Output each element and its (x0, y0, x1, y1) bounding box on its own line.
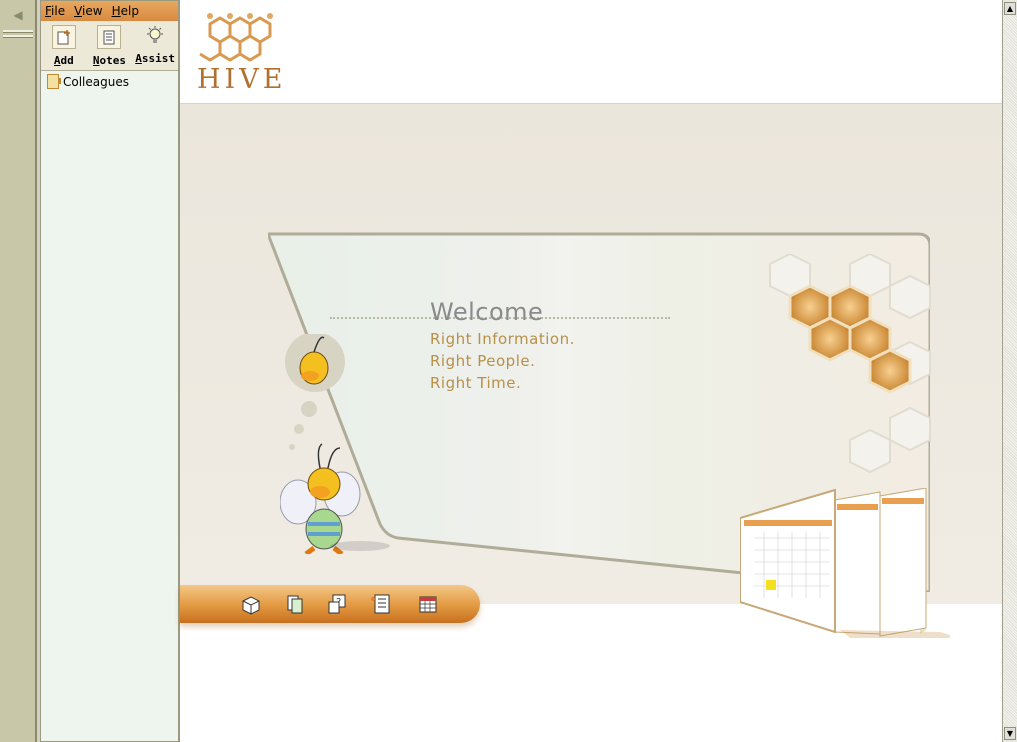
add-label: Add (53, 54, 74, 67)
calendar-icon[interactable] (417, 593, 439, 615)
header: HIVE (180, 0, 1003, 104)
tagline-time: Right Time. (430, 374, 522, 392)
documents-icon[interactable] (284, 593, 306, 615)
collapse-button[interactable]: ◀ (2, 4, 34, 26)
folder-icon (47, 74, 61, 89)
back-arrow-icon: ◀ (13, 8, 23, 22)
bee-mascot-icon (280, 334, 390, 554)
notes-icon (97, 25, 122, 49)
menu-help[interactable]: Help (112, 4, 139, 18)
welcome-title: Welcome (430, 298, 544, 326)
colleagues-tree: Colleagues (41, 71, 178, 92)
menu-view[interactable]: View (74, 4, 102, 18)
hive-logo-icon (199, 13, 273, 62)
toolbar: Add Notes Assist (41, 21, 178, 71)
menu-file[interactable]: File (45, 4, 65, 18)
splitter-grip[interactable] (3, 30, 33, 33)
vertical-scrollbar[interactable]: ▲ ▼ (1002, 0, 1017, 742)
notes-label: Notes (92, 54, 127, 67)
splitter-grip[interactable] (3, 35, 33, 38)
app-screenshots-graphic (740, 488, 950, 638)
notes-button[interactable]: Notes (88, 25, 130, 67)
tree-item-colleagues[interactable]: Colleagues (47, 74, 172, 89)
scroll-up-icon[interactable]: ▲ (1004, 2, 1016, 15)
assist-label: Assist (135, 52, 176, 65)
scroll-track[interactable] (1003, 15, 1017, 727)
honeycomb-graphic (769, 254, 931, 474)
questions-icon[interactable]: ? (327, 593, 349, 615)
scroll-down-icon[interactable]: ▼ (1004, 727, 1016, 740)
tagline-people: Right People. (430, 352, 536, 370)
sidebar: File View Help Add Notes Assist Colleagu… (40, 0, 179, 742)
menu-bar: File View Help (41, 1, 178, 21)
assist-bulb-icon (144, 25, 166, 47)
collapse-strip: ◀ (0, 0, 37, 742)
tagline-information: Right Information. (430, 330, 575, 348)
logo-text: HIVE (197, 64, 287, 95)
add-button[interactable]: Add (43, 25, 85, 67)
feature-bar: ? (180, 585, 480, 625)
add-note-icon (51, 25, 76, 49)
tree-item-label: Colleagues (63, 74, 129, 89)
assist-button[interactable]: Assist (134, 25, 176, 65)
list-icon[interactable] (370, 593, 392, 615)
main-content: HIVE Welcome Right Information. Right Pe… (179, 0, 1003, 742)
box-icon[interactable] (240, 593, 262, 615)
